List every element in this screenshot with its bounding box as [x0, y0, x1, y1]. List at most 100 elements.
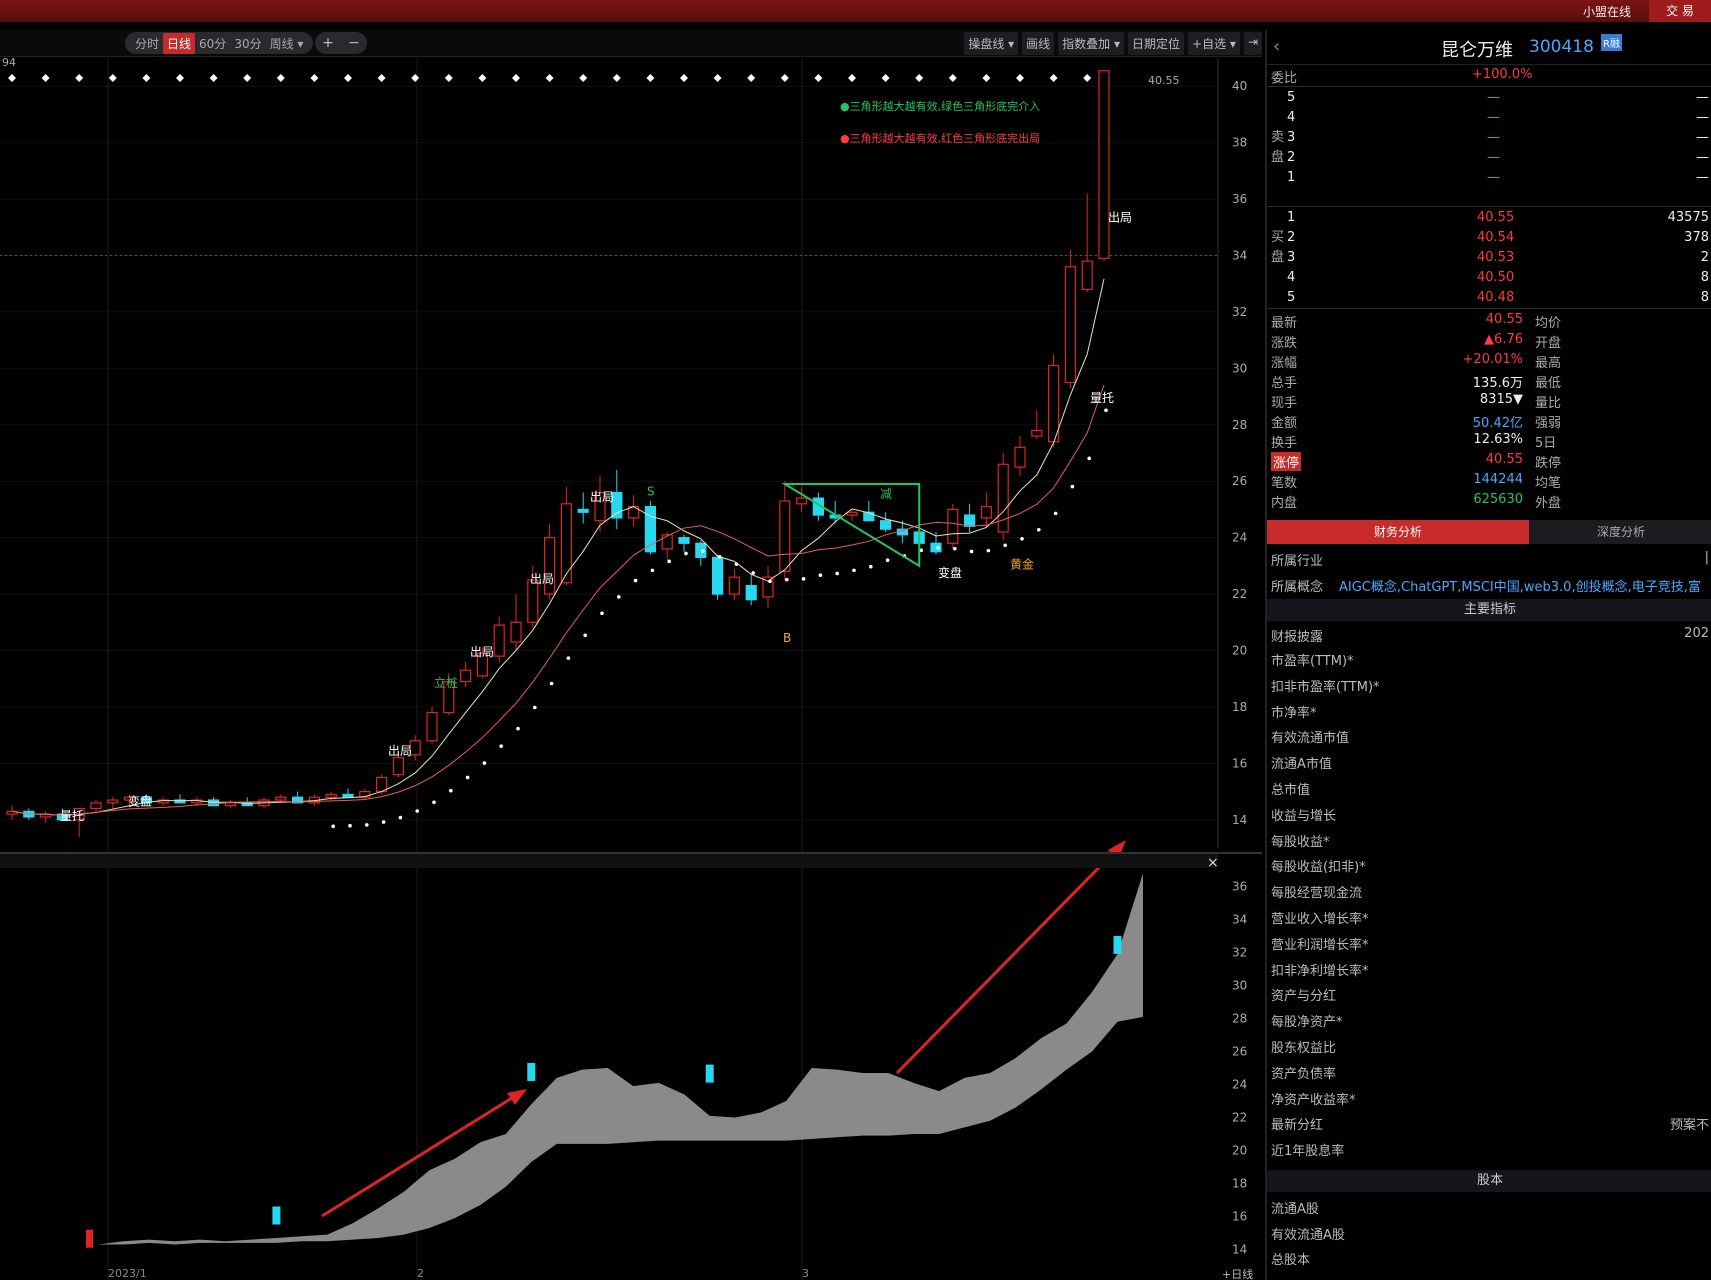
app-title-bar: 小盟在线 交 易 — [0, 0, 1711, 22]
chart-area[interactable]: 1416182022242628303234363840 量托变盘立桩出局出局出… — [0, 58, 1262, 1280]
quote-right-label: 5日 — [1535, 436, 1557, 451]
sub-tick-20: 20 — [1232, 1144, 1247, 1158]
support-dot — [684, 551, 688, 556]
quote-right-label: 量比 — [1535, 396, 1562, 411]
support-dot — [801, 577, 806, 581]
buy-row: 5 40.48 8 — [1267, 288, 1711, 309]
quote-label: 现手 — [1271, 396, 1298, 411]
back-chevron-icon[interactable]: ‹ — [1273, 36, 1280, 57]
fin-item-label: 每股净资产* — [1271, 1015, 1343, 1031]
tab-deep-analysis[interactable]: 深度分析 — [1529, 520, 1711, 544]
candle-body — [275, 796, 287, 801]
zoom-in-button[interactable]: + — [322, 35, 334, 51]
sub-tick-18: 18 — [1232, 1177, 1247, 1191]
support-dot — [533, 705, 537, 710]
sell-level: 4 — [1287, 110, 1296, 125]
industry-label: 所属行业 — [1271, 554, 1324, 569]
candle-body — [1047, 364, 1060, 443]
period-tab-daily[interactable]: 日线 — [163, 32, 196, 54]
share-item-label: 流通A股 — [1271, 1202, 1319, 1217]
concept-value[interactable]: AIGC概念,ChatGPT,MSCI中国,web3.0,创投概念,电子竞技,富 — [1339, 576, 1711, 595]
signal-label: 出局 — [530, 572, 554, 586]
candle-body — [1064, 266, 1077, 384]
support-dot — [818, 573, 823, 577]
support-dot — [617, 595, 621, 599]
fin-item-label: 营业利润增长率* — [1271, 937, 1369, 953]
tab-finance-analysis[interactable]: 财务分析 — [1267, 520, 1529, 544]
date-locate-button[interactable]: 日期定位 — [1128, 32, 1185, 55]
candle-body — [392, 757, 404, 776]
support-dot — [583, 633, 587, 638]
industry-marker: | — [1704, 550, 1709, 565]
quote-row: 金额 50.42亿 强弱 — [1267, 410, 1711, 431]
price-tick-30: 30 — [1232, 361, 1247, 375]
quote-value: ▲6.76 — [1484, 332, 1523, 347]
candle-body — [863, 511, 875, 522]
sub-tick-24: 24 — [1232, 1078, 1247, 1092]
period-tab-30min[interactable]: 30分 — [230, 33, 265, 54]
support-dot — [1037, 527, 1041, 532]
zoom-out-button[interactable]: − — [348, 35, 360, 51]
quote-right-label: 均笔 — [1535, 476, 1562, 491]
period-tab-weekly[interactable]: 周线 ▾ — [266, 33, 308, 54]
sub-tick-30: 30 — [1232, 979, 1247, 993]
toolbar-tools: 操盘线 ▾ 画线 指数叠加 ▾ 日期定位 +自选 ▾ ⇥ — [964, 32, 1262, 55]
index-overlay-dropdown[interactable]: 指数叠加 ▾ — [1058, 32, 1125, 55]
buy-volume: 2 — [1700, 250, 1709, 265]
candle-body — [1031, 429, 1043, 437]
fin-item-label: 资产负债率 — [1271, 1066, 1337, 1082]
signal-label: 出局 — [1108, 211, 1132, 225]
quote-right-label: 最低 — [1535, 376, 1562, 391]
quote-value: 12.63% — [1473, 432, 1523, 447]
support-dot — [1070, 484, 1075, 489]
support-dot — [549, 681, 554, 686]
support-dot — [885, 558, 890, 563]
sub-tick-28: 28 — [1232, 1012, 1247, 1026]
candle-body — [560, 503, 573, 584]
period-tab-60min[interactable]: 60分 — [195, 33, 230, 54]
sell-price: — — [1487, 170, 1500, 185]
support-dot — [432, 800, 436, 805]
quote-row: 总手 135.6万 最低 — [1267, 370, 1711, 391]
concept-label: 所属概念 — [1271, 580, 1324, 595]
daily-tab-bottom[interactable]: +日线 — [1222, 1267, 1253, 1280]
strategy-line-dropdown[interactable]: 操盘线 ▾ — [964, 32, 1019, 55]
collapse-panel-icon[interactable]: ⇥ — [1243, 32, 1262, 55]
quote-row: 涨幅 +20.01% 最高 — [1267, 350, 1711, 371]
quote-right-label: 最高 — [1535, 356, 1562, 371]
fin-item-label: 扣非净利增长率* — [1271, 963, 1369, 979]
signal-label: 变盘 — [938, 565, 962, 580]
sub-tick-14: 14 — [1232, 1243, 1247, 1257]
candle-body — [947, 508, 959, 544]
support-dot — [516, 726, 520, 731]
support-dot — [650, 568, 655, 573]
candle-body — [846, 511, 858, 516]
quote-row: 笔数 144244 均笔 — [1267, 470, 1711, 491]
candle-body — [728, 576, 741, 595]
quote-value: +20.01% — [1462, 352, 1523, 367]
quote-row: 涨停 40.55 跌停 — [1267, 450, 1711, 471]
support-dot — [953, 546, 957, 551]
fin-item-label: 市净率* — [1271, 705, 1317, 721]
fin-item-label: 收益与增长 — [1271, 808, 1337, 824]
fin-item-label: 市盈率(TTM)* — [1271, 654, 1354, 669]
candle-body — [224, 802, 236, 807]
fin-item-label: 每股经营现金流 — [1271, 886, 1363, 902]
buy-volume: 43575 — [1667, 210, 1709, 225]
add-watchlist-dropdown[interactable]: +自选 ▾ — [1188, 32, 1240, 55]
trade-button[interactable]: 交 易 — [1649, 0, 1711, 22]
candle-body — [745, 585, 757, 601]
fin-item-label: 净资产收益率* — [1271, 1092, 1356, 1108]
quote-value: 625630 — [1473, 492, 1523, 507]
sell-row: 2 — — — [1267, 148, 1711, 169]
close-indicator-icon[interactable]: × — [1207, 855, 1219, 871]
period-tab-fenshi[interactable]: 分时 — [131, 33, 163, 54]
sell-volume: — — [1696, 130, 1709, 145]
quote-panel: ‹ 昆仑万维 300418 R融 委比 +100.0% 卖盘 5— —4— —3— —2… — [1265, 30, 1711, 1280]
fin-item-label: 每股收益* — [1271, 834, 1330, 850]
draw-line-button[interactable]: 画线 — [1022, 32, 1055, 55]
candle-body — [107, 799, 119, 804]
buy-level: 5 — [1287, 290, 1296, 305]
sell-price: — — [1487, 150, 1500, 165]
quote-row: 换手 12.63% 5日 — [1267, 430, 1711, 451]
